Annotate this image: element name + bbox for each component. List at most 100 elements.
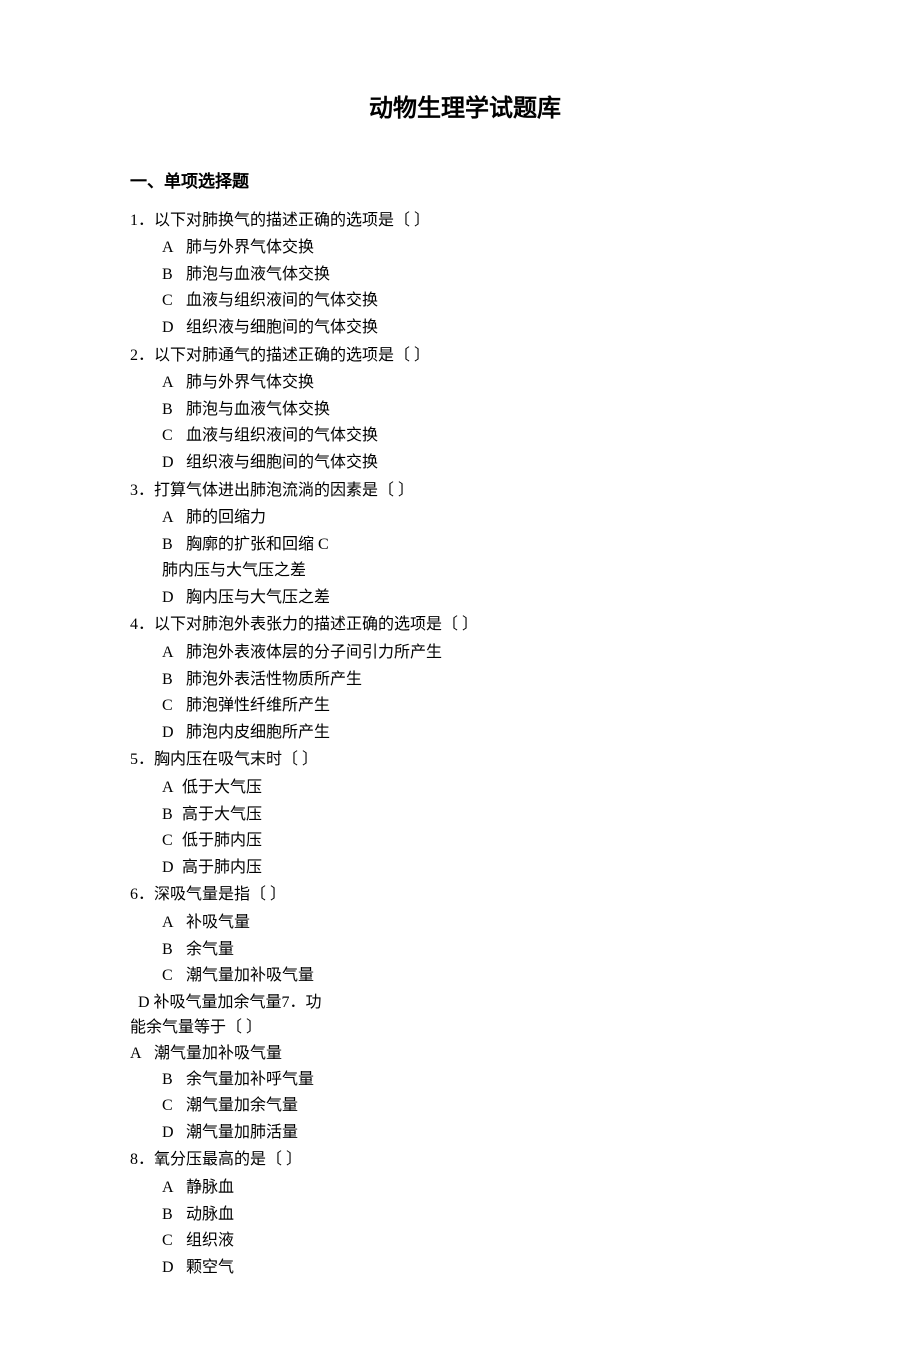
option-d: D 肺泡内皮细胞所产生 [162,720,800,746]
question-number: 5． [130,747,154,773]
option-letter: D [162,585,182,611]
option-letter: C [162,828,178,854]
question-text: 胸内压在吸气末时〔 〕 [154,751,318,768]
option-c: C 组织液 [162,1228,800,1254]
option-letter: A [162,775,178,801]
option-letter: D [162,855,178,881]
option-c: C 潮气量加补吸气量 [162,963,800,989]
option-letter: B [162,802,178,828]
option-d: D 胸内压与大气压之差 [162,585,800,611]
page-title: 动物生理学试题库 [130,90,800,128]
question-number: 1． [130,208,154,234]
question-number: 3． [130,478,154,504]
option-text: 肺的回缩力 [182,509,266,526]
q7-option-d: D 潮气量加肺活量 [162,1120,800,1146]
option-letter: D [162,1120,182,1146]
option-letter: C [162,693,182,719]
option-letter: B [162,937,182,963]
question-6: 6．深吸气量是指〔 〕A 补吸气量B 余气量C 潮气量加补吸气量D 补吸气量加余… [130,882,800,1145]
option-b: B 余气量 [162,937,800,963]
option-text: 肺泡外表液体层的分子间引力所产生 [182,644,442,661]
option-d-with-q7-start: D 补吸气量加余气量7．功 [130,990,800,1016]
question-stem: 4．以下对肺泡外表张力的描述正确的选项是〔 〕 [130,612,800,638]
question-4: 4．以下对肺泡外表张力的描述正确的选项是〔 〕A 肺泡外表液体层的分子间引力所产… [130,612,800,745]
option-letter: A [162,235,182,261]
options-list: A 静脉血B 动脉血C 组织液D 颗空气 [130,1175,800,1280]
option-a: A 肺与外界气体交换 [162,370,800,396]
option-d: D 组织液与细胞间的气体交换 [162,450,800,476]
option-letter: B [162,532,182,558]
options-list: A 肺与外界气体交换B 肺泡与血液气体交换C 血液与组织液间的气体交换D 组织液… [130,235,800,340]
option-text: 肺与外界气体交换 [182,239,314,256]
option-c: C 肺泡弹性纤维所产生 [162,693,800,719]
option-b: B 动脉血 [162,1202,800,1228]
question-text: 深吸气量是指〔 〕 [154,886,286,903]
option-b: B 肺泡外表活性物质所产生 [162,667,800,693]
option-text: 低于大气压 [178,779,262,796]
option-b: B 高于大气压 [162,802,800,828]
q7-options-list: B 余气量加补呼气量C 潮气量加余气量D 潮气量加肺活量 [130,1067,800,1146]
option-letter: A [130,1041,150,1067]
option-text: 余气量 [182,941,234,958]
option-text: 肺与外界气体交换 [182,374,314,391]
option-letter: B [162,667,182,693]
option-text: 肺泡与血液气体交换 [182,401,330,418]
option-b: B 肺泡与血液气体交换 [162,262,800,288]
option-text: 颗空气 [182,1259,234,1276]
q7-option-b: B 余气量加补呼气量 [162,1067,800,1093]
option-letter: D [162,720,182,746]
option-text: 潮气量加余气量 [182,1097,298,1114]
option-letter: A [162,910,182,936]
option-a: A 肺的回缩力 [162,505,800,531]
question-text: 打算气体进出肺泡流淌的因素是〔 〕 [154,482,414,499]
question-stem: 5．胸内压在吸气末时〔 〕 [130,747,800,773]
options-list: A 肺的回缩力B 胸廓的扩张和回缩 C肺内压与大气压之差D 胸内压与大气压之差 [130,505,800,610]
question-stem: 8．氧分压最高的是〔 〕 [130,1147,800,1173]
option-b: B 胸廓的扩张和回缩 C [162,532,800,558]
option-letter: D [162,315,182,341]
option-letter: B [162,262,182,288]
option-text: 血液与组织液间的气体交换 [182,427,378,444]
option-wrapped: 肺内压与大气压之差 [162,558,800,584]
option-a: A 肺与外界气体交换 [162,235,800,261]
question-number: 2． [130,343,154,369]
question-number: 4． [130,612,154,638]
option-d: D 组织液与细胞间的气体交换 [162,315,800,341]
options-list: A 肺与外界气体交换B 肺泡与血液气体交换C 血液与组织液间的气体交换D 组织液… [130,370,800,475]
q7-option-c: C 潮气量加余气量 [162,1093,800,1119]
option-text: 潮气量加肺活量 [182,1124,298,1141]
option-text: 潮气量加补吸气量 [150,1045,282,1062]
question-stem: 1．以下对肺换气的描述正确的选项是〔 〕 [130,208,800,234]
option-text: 低于肺内压 [178,832,262,849]
option-text: 组织液与细胞间的气体交换 [182,454,378,471]
option-text: 动脉血 [182,1206,234,1223]
option-text: 肺泡内皮细胞所产生 [182,724,330,741]
option-letter: C [162,963,182,989]
question-5: 5．胸内压在吸气末时〔 〕A 低于大气压B 高于大气压C 低于肺内压D 高于肺内… [130,747,800,880]
option-text: 高于大气压 [178,806,262,823]
question-1: 1．以下对肺换气的描述正确的选项是〔 〕A 肺与外界气体交换B 肺泡与血液气体交… [130,208,800,341]
option-letter: B [162,1202,182,1228]
question-7: 8．氧分压最高的是〔 〕A 静脉血B 动脉血C 组织液D 颗空气 [130,1147,800,1280]
question-text: 以下对肺泡外表张力的描述正确的选项是〔 〕 [154,616,478,633]
option-a: A 肺泡外表液体层的分子间引力所产生 [162,640,800,666]
option-a: A 补吸气量 [162,910,800,936]
section-heading: 一、单项选择题 [130,168,800,195]
options-list: A 补吸气量B 余气量C 潮气量加补吸气量 [130,910,800,989]
option-a: A 静脉血 [162,1175,800,1201]
q7-option-a: A 潮气量加补吸气量 [130,1041,800,1067]
option-c: C 低于肺内压 [162,828,800,854]
option-text: 组织液与细胞间的气体交换 [182,319,378,336]
option-letter: A [162,1175,182,1201]
questions-container: 1．以下对肺换气的描述正确的选项是〔 〕A 肺与外界气体交换B 肺泡与血液气体交… [130,208,800,1281]
question-3: 3．打算气体进出肺泡流淌的因素是〔 〕 A 肺的回缩力B 胸廓的扩张和回缩 C肺内… [130,478,800,611]
options-list: A 低于大气压B 高于大气压C 低于肺内压D 高于肺内压 [130,775,800,880]
option-text: 静脉血 [182,1179,234,1196]
option-a: A 低于大气压 [162,775,800,801]
option-text: 肺泡与血液气体交换 [182,266,330,283]
option-text: 胸内压与大气压之差 [182,589,330,606]
option-d: D 颗空气 [162,1255,800,1281]
option-letter: B [162,397,182,423]
option-letter: D [162,1255,182,1281]
option-text: 高于肺内压 [178,859,262,876]
